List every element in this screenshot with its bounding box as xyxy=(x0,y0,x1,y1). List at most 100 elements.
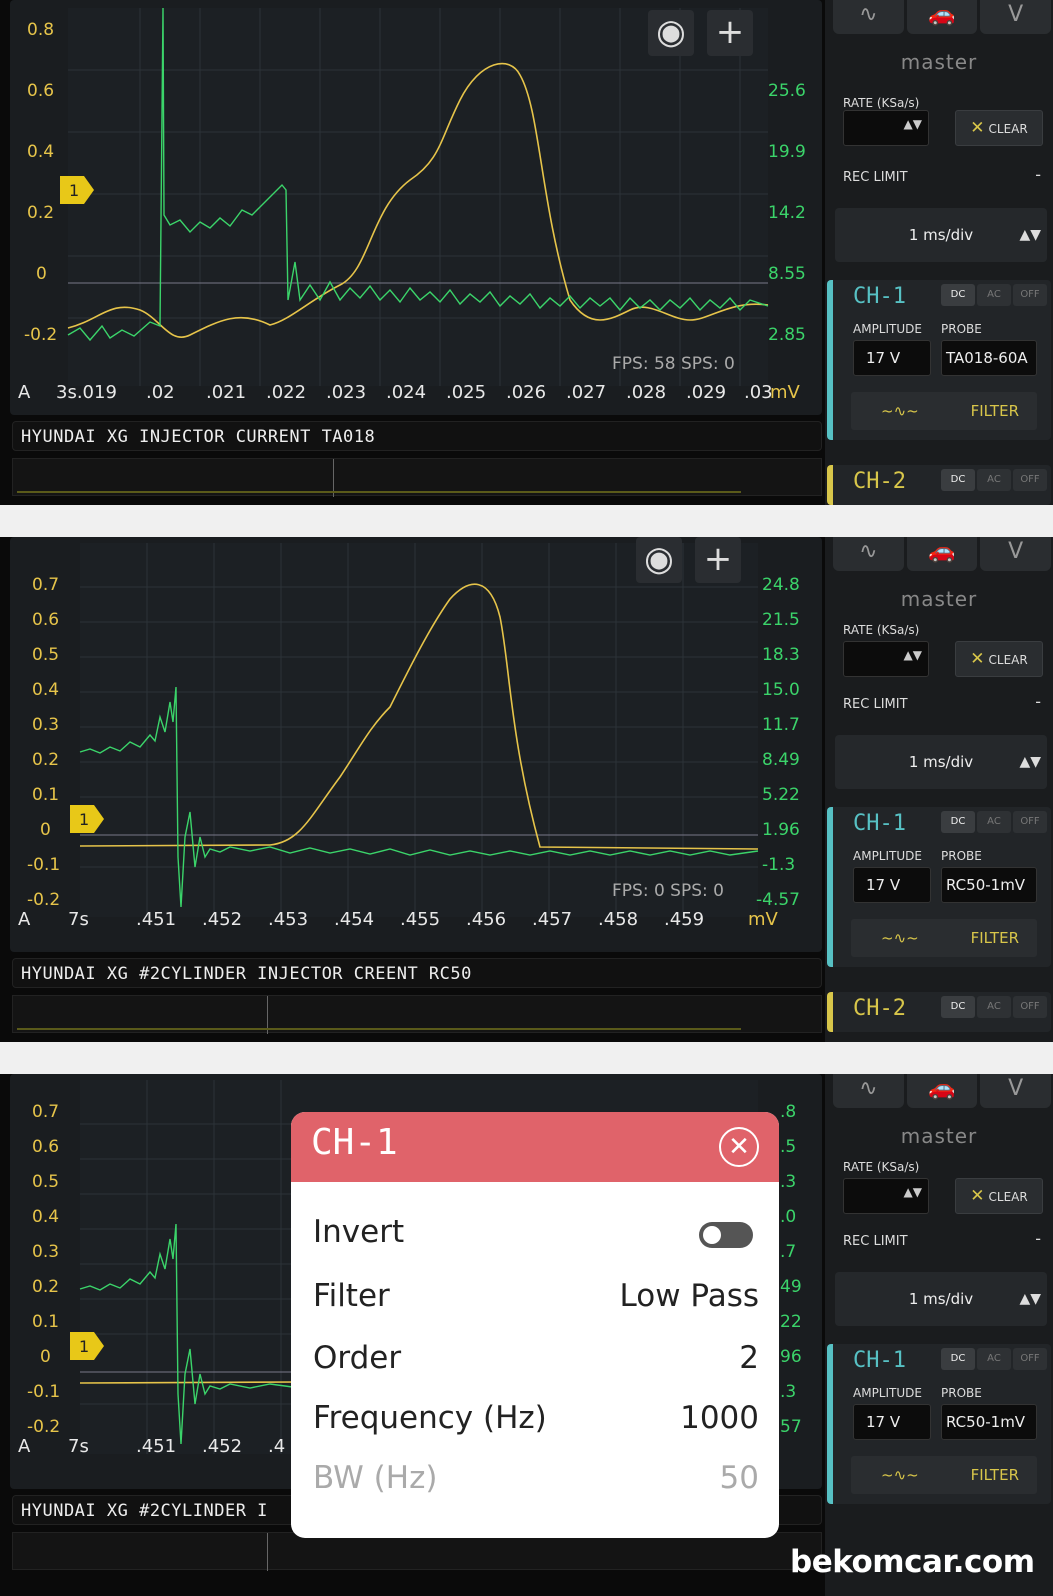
coupling-off[interactable]: OFF xyxy=(1013,1348,1047,1370)
y-left-tick: -0.2 xyxy=(24,325,58,345)
coupling-off[interactable]: OFF xyxy=(1013,811,1047,833)
coupling-off[interactable]: OFF xyxy=(1013,284,1047,306)
probe-label: PROBE xyxy=(941,1386,982,1400)
visibility-button[interactable]: ◉ xyxy=(648,10,694,56)
frequency-value[interactable]: 1000 xyxy=(680,1400,759,1436)
waveform-caption[interactable]: HYUNDAI XG INJECTOR CURRENT TA018 xyxy=(12,421,822,451)
rec-limit-label: REC LIMIT xyxy=(843,170,908,185)
filter-button[interactable]: ~∿~ FILTER xyxy=(851,919,1037,957)
clear-button[interactable]: ✕ CLEAR xyxy=(955,110,1043,146)
y-left-tick: 0.1 xyxy=(32,785,60,805)
tab-voltage[interactable]: V xyxy=(980,1074,1052,1108)
stepper-icon: ▲▼ xyxy=(1019,754,1041,770)
amplitude-select[interactable]: 17 V xyxy=(853,1404,931,1440)
tab-voltage[interactable]: V xyxy=(980,0,1052,34)
coupling-ac[interactable]: AC xyxy=(977,284,1011,306)
y-left-tick: 0 xyxy=(40,1347,51,1367)
coupling-dc[interactable]: DC xyxy=(941,1348,975,1370)
filter-button[interactable]: ~∿~ FILTER xyxy=(851,1456,1037,1494)
coupling-dc[interactable]: DC xyxy=(941,469,975,491)
filter-button[interactable]: ~∿~ FILTER xyxy=(851,392,1037,430)
overview-strip[interactable] xyxy=(12,995,822,1034)
order-value[interactable]: 2 xyxy=(739,1340,759,1376)
tab-waveform[interactable]: ∿ xyxy=(833,1074,904,1108)
clear-button[interactable]: ✕ CLEAR xyxy=(955,641,1043,677)
add-button[interactable]: + xyxy=(707,10,753,56)
filter-row[interactable]: Filter Low Pass xyxy=(313,1278,759,1314)
stepper-icon: ▲▼ xyxy=(903,648,922,662)
rate-input[interactable]: ▲▼ xyxy=(843,110,929,146)
close-button[interactable]: ✕ xyxy=(719,1127,759,1167)
x-tick: .025 xyxy=(446,382,487,403)
amplitude-label: AMPLITUDE xyxy=(853,322,922,336)
x-tick: .02 xyxy=(146,382,175,403)
invert-toggle[interactable] xyxy=(699,1222,753,1248)
timebase-select[interactable]: 1 ms/div ▲▼ xyxy=(835,735,1047,789)
timebase-select[interactable]: 1 ms/div ▲▼ xyxy=(835,1272,1047,1326)
x-tick: 3s.019 xyxy=(56,382,117,403)
x-tick: .452 xyxy=(202,1436,243,1457)
rate-label: RATE (KSa/s) xyxy=(843,1160,920,1174)
y-right-tick: 8.49 xyxy=(762,750,800,770)
waveform-caption[interactable]: HYUNDAI XG #2CYLINDER INJECTOR CREENT RC… xyxy=(12,958,822,988)
amplitude-select[interactable]: 17 V xyxy=(853,867,931,903)
x-tick: .024 xyxy=(386,382,427,403)
probe-select[interactable]: RC50-1mV xyxy=(941,1404,1037,1440)
trigger-marker[interactable]: 1 xyxy=(60,176,96,204)
rate-input[interactable]: ▲▼ xyxy=(843,1178,929,1214)
probe-select[interactable]: RC50-1mV xyxy=(941,867,1037,903)
x-tick: .451 xyxy=(136,1436,177,1457)
fps-readout: FPS: 0 SPS: 0 xyxy=(612,881,724,901)
coupling-dc[interactable]: DC xyxy=(941,996,975,1018)
timebase-value: 1 ms/div xyxy=(908,226,974,244)
visibility-button[interactable]: ◉ xyxy=(636,537,682,583)
filter-label: FILTER xyxy=(970,1466,1019,1484)
coupling-off[interactable]: OFF xyxy=(1013,469,1047,491)
coupling-ac[interactable]: AC xyxy=(977,1348,1011,1370)
ch2-coupling: DC AC OFF xyxy=(941,996,1047,1018)
y-left-tick: 0.4 xyxy=(32,680,60,700)
plot-area xyxy=(68,8,768,386)
amplitude-select[interactable]: 17 V xyxy=(853,340,931,376)
y-left-tick: 0.1 xyxy=(32,1312,60,1332)
bandwidth-label: BW (Hz) xyxy=(313,1460,438,1496)
x-icon: ✕ xyxy=(970,118,985,138)
waveform-plot[interactable]: 0.8 0.6 0.4 0.2 0 -0.2 25.6 19.9 14.2 8.… xyxy=(10,0,822,415)
y-left-tick: 0.2 xyxy=(32,1277,60,1297)
coupling-ac[interactable]: AC xyxy=(977,996,1011,1018)
probe-select[interactable]: TA018-60A xyxy=(941,340,1037,376)
order-label: Order xyxy=(313,1340,402,1376)
tab-voltage[interactable]: V xyxy=(980,537,1052,571)
coupling-dc[interactable]: DC xyxy=(941,284,975,306)
x-tick: .452 xyxy=(202,909,243,930)
tab-car[interactable]: 🚗 xyxy=(906,1074,978,1108)
y-right-tick: -4.57 xyxy=(756,890,800,910)
frequency-row[interactable]: Frequency (Hz) 1000 xyxy=(313,1400,759,1436)
coupling-ac[interactable]: AC xyxy=(977,469,1011,491)
coupling-dc[interactable]: DC xyxy=(941,811,975,833)
order-row[interactable]: Order 2 xyxy=(313,1340,759,1376)
tab-car[interactable]: 🚗 xyxy=(906,0,978,34)
x-tick: .021 xyxy=(206,382,247,403)
filter-value[interactable]: Low Pass xyxy=(620,1278,760,1314)
coupling-ac[interactable]: AC xyxy=(977,811,1011,833)
timebase-value: 1 ms/div xyxy=(908,1290,974,1308)
trigger-marker[interactable]: 1 xyxy=(70,805,106,833)
coupling-off[interactable]: OFF xyxy=(1013,996,1047,1018)
tab-car[interactable]: 🚗 xyxy=(906,537,978,571)
tab-waveform[interactable]: ∿ xyxy=(833,0,904,34)
y-right-tick: 25.6 xyxy=(768,81,806,101)
timebase-select[interactable]: 1 ms/div ▲▼ xyxy=(835,208,1047,262)
tab-waveform[interactable]: ∿ xyxy=(833,537,904,571)
ch1-settings-dialog: CH-1 ✕ Invert Filter Low Pass Order 2 Fr… xyxy=(291,1112,779,1538)
rate-input[interactable]: ▲▼ xyxy=(843,641,929,677)
add-button[interactable]: + xyxy=(695,537,741,583)
y-right-tick: 19.9 xyxy=(768,142,806,162)
overview-strip[interactable] xyxy=(12,458,822,497)
frequency-label: Frequency (Hz) xyxy=(313,1400,547,1436)
waveform-plot[interactable]: 0.7 0.6 0.5 0.4 0.3 0.2 0.1 0 -0.1 -0.2 … xyxy=(10,537,822,952)
ch2-label: CH-2 xyxy=(853,996,906,1021)
x-tick: .458 xyxy=(598,909,639,930)
clear-button[interactable]: ✕ CLEAR xyxy=(955,1178,1043,1214)
trigger-marker[interactable]: 1 xyxy=(70,1332,106,1360)
